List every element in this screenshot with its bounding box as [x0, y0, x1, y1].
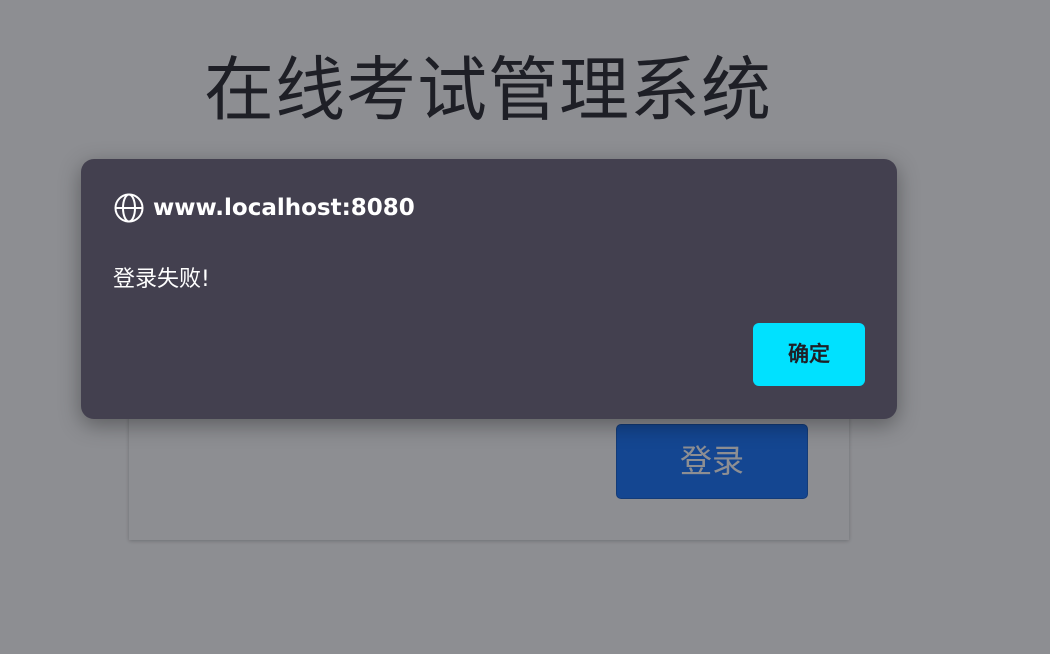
ok-button[interactable]: 确定 [753, 323, 865, 386]
dialog-header: www.localhost:8080 [113, 191, 415, 225]
globe-icon [113, 192, 145, 224]
alert-dialog: www.localhost:8080 登录失败! 确定 [81, 159, 897, 419]
dialog-origin: www.localhost:8080 [153, 195, 415, 221]
dialog-message: 登录失败! [113, 267, 210, 292]
login-page: 在线考试管理系统 登录 www.localhost:8080 登录失败! 确定 [0, 0, 1050, 654]
